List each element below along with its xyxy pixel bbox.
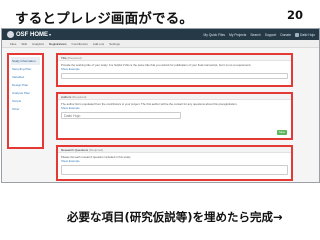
research-questions-input[interactable] (61, 165, 288, 175)
slide-title: するとプレレジ画面がでる。 (15, 11, 194, 27)
show-example-link[interactable]: Show Example (61, 159, 288, 163)
title-section: Title (Required) Provide the working tit… (56, 53, 293, 87)
nav-link-support[interactable]: Support (265, 33, 277, 37)
tab-settings[interactable]: Settings (109, 42, 120, 46)
nav-link-my-projects[interactable]: My Projects (229, 33, 246, 37)
osf-navbar: OSF HOME ▾ My Quick Files My Projects Se… (2, 29, 319, 40)
sidebar-item-scripts[interactable]: Scripts (11, 97, 40, 105)
sidebar-item-analysis-plan[interactable]: Analysis Plan (11, 89, 40, 97)
section-heading: Authors (61, 95, 72, 99)
sidebar-item-design-plan[interactable]: Design Plan (11, 81, 40, 89)
sidebar-item-sampling-plan[interactable]: Sampling Plan (11, 65, 40, 73)
required-label: (Required) (72, 95, 87, 99)
tab-registrations[interactable]: Registrations (49, 42, 67, 46)
project-subnav: Files Wiki Analytics Registrations Contr… (2, 40, 319, 48)
sidebar-item-study-information[interactable]: Study Information (11, 57, 40, 65)
tab-analytics[interactable]: Analytics (32, 42, 44, 46)
tab-wiki[interactable]: Wiki (21, 42, 27, 46)
osf-home-label: OSF HOME (16, 31, 49, 38)
show-example-link[interactable]: Show Example (61, 67, 288, 71)
save-button[interactable]: Save (277, 130, 287, 135)
osf-home-logo[interactable]: OSF HOME ▾ (7, 31, 51, 38)
sidebar-item-other[interactable]: Other (11, 105, 40, 113)
nav-link-donate[interactable]: Donate (280, 33, 291, 37)
authors-section: Authors (Required) The author list is po… (56, 92, 293, 140)
chevron-down-icon: ▾ (49, 32, 52, 37)
section-sidebar: Study Information Sampling Plan Variable… (7, 53, 44, 149)
section-heading: Title (61, 56, 67, 60)
nav-links: My Quick Files My Projects Search Suppor… (203, 29, 315, 40)
user-name: Daiki Hojo (299, 32, 315, 37)
required-label: (Required) (67, 56, 82, 60)
sidebar-item-variables[interactable]: Variables (11, 73, 40, 81)
section-heading: Research Questions (61, 148, 89, 152)
avatar (294, 32, 299, 37)
show-example-link[interactable]: Show Example (61, 106, 288, 110)
research-questions-section: Research Questions (Required) Please lis… (56, 145, 293, 181)
authors-field[interactable]: Daiki Hojo (61, 112, 181, 119)
nav-link-search[interactable]: Search (250, 33, 260, 37)
required-label: (Required) (89, 148, 104, 152)
tab-add-ons[interactable]: Add-ons (93, 42, 104, 46)
screenshot-frame: OSF HOME ▾ My Quick Files My Projects Se… (1, 28, 320, 183)
user-menu[interactable]: Daiki Hojo (294, 32, 315, 37)
slide-caption: 必要な項目(研究仮説等)を埋めたら完成→ (67, 210, 283, 224)
osf-logo-icon (7, 31, 14, 38)
tab-contributors[interactable]: Contributors (72, 42, 88, 46)
page-number: 20 (287, 8, 304, 22)
tab-files[interactable]: Files (10, 42, 16, 46)
title-input[interactable] (61, 73, 288, 79)
nav-link-quick-files[interactable]: My Quick Files (203, 33, 225, 37)
